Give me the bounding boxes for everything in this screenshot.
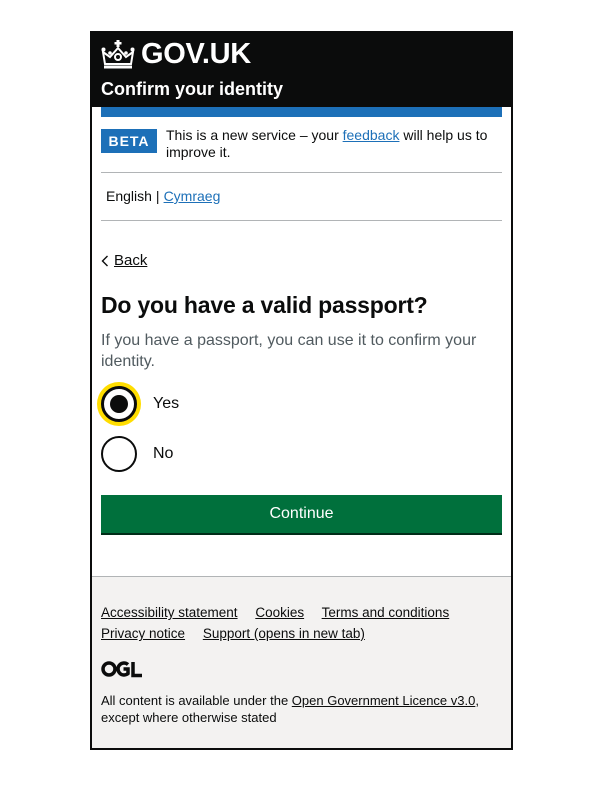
logo-text: GOV.UK <box>141 37 251 70</box>
feedback-link[interactable]: feedback <box>343 127 400 143</box>
footer-link-terms[interactable]: Terms and conditions <box>322 605 450 620</box>
crown-icon <box>101 40 135 69</box>
language-separator: | <box>155 188 160 204</box>
divider <box>101 172 502 173</box>
phase-banner-text-before: This is a new service – your <box>166 127 343 143</box>
footer-links: Accessibility statement Cookies Terms an… <box>101 602 502 644</box>
language-cymraeg-link[interactable]: Cymraeg <box>164 188 221 204</box>
radio-button-no[interactable] <box>101 436 137 472</box>
licence-link[interactable]: Open Government Licence v3.0 <box>292 693 476 708</box>
phase-banner-text: This is a new service – your feedback wi… <box>166 127 496 161</box>
footer-link-privacy[interactable]: Privacy notice <box>101 626 185 641</box>
question-hint: If you have a passport, you can use it t… <box>101 332 477 370</box>
service-name[interactable]: Confirm your identity <box>101 79 283 100</box>
continue-button[interactable]: Continue <box>101 495 502 533</box>
footer: Accessibility statement Cookies Terms an… <box>92 576 511 748</box>
language-current: English <box>106 188 152 204</box>
govuk-header: GOV.UK Confirm your identity <box>92 33 511 107</box>
govuk-logo[interactable]: GOV.UK <box>101 36 251 72</box>
radio-option-no[interactable]: No <box>101 436 173 472</box>
back-link-label[interactable]: Back <box>114 252 147 269</box>
divider <box>101 220 502 221</box>
language-switcher: English | Cymraeg <box>106 188 220 204</box>
mobile-frame: GOV.UK Confirm your identity BETA This i… <box>90 31 513 750</box>
chevron-left-icon <box>101 255 108 266</box>
footer-link-support[interactable]: Support (opens in new tab) <box>203 626 365 641</box>
radio-label-no[interactable]: No <box>153 445 173 463</box>
radio-label-yes[interactable]: Yes <box>153 395 179 413</box>
ogl-logo-icon <box>101 660 143 678</box>
licence-text-before: All content is available under the <box>101 693 292 708</box>
radio-option-yes[interactable]: Yes <box>101 386 179 422</box>
radio-selected-dot <box>110 395 128 413</box>
footer-link-accessibility[interactable]: Accessibility statement <box>101 605 238 620</box>
radio-button-yes[interactable] <box>101 386 137 422</box>
header-blue-bar <box>101 107 502 117</box>
question-title: Do you have a valid passport? <box>101 292 428 318</box>
beta-tag: BETA <box>101 129 157 153</box>
back-link[interactable]: Back <box>101 252 147 269</box>
footer-link-cookies[interactable]: Cookies <box>255 605 304 620</box>
licence-text: All content is available under the Open … <box>101 692 506 726</box>
